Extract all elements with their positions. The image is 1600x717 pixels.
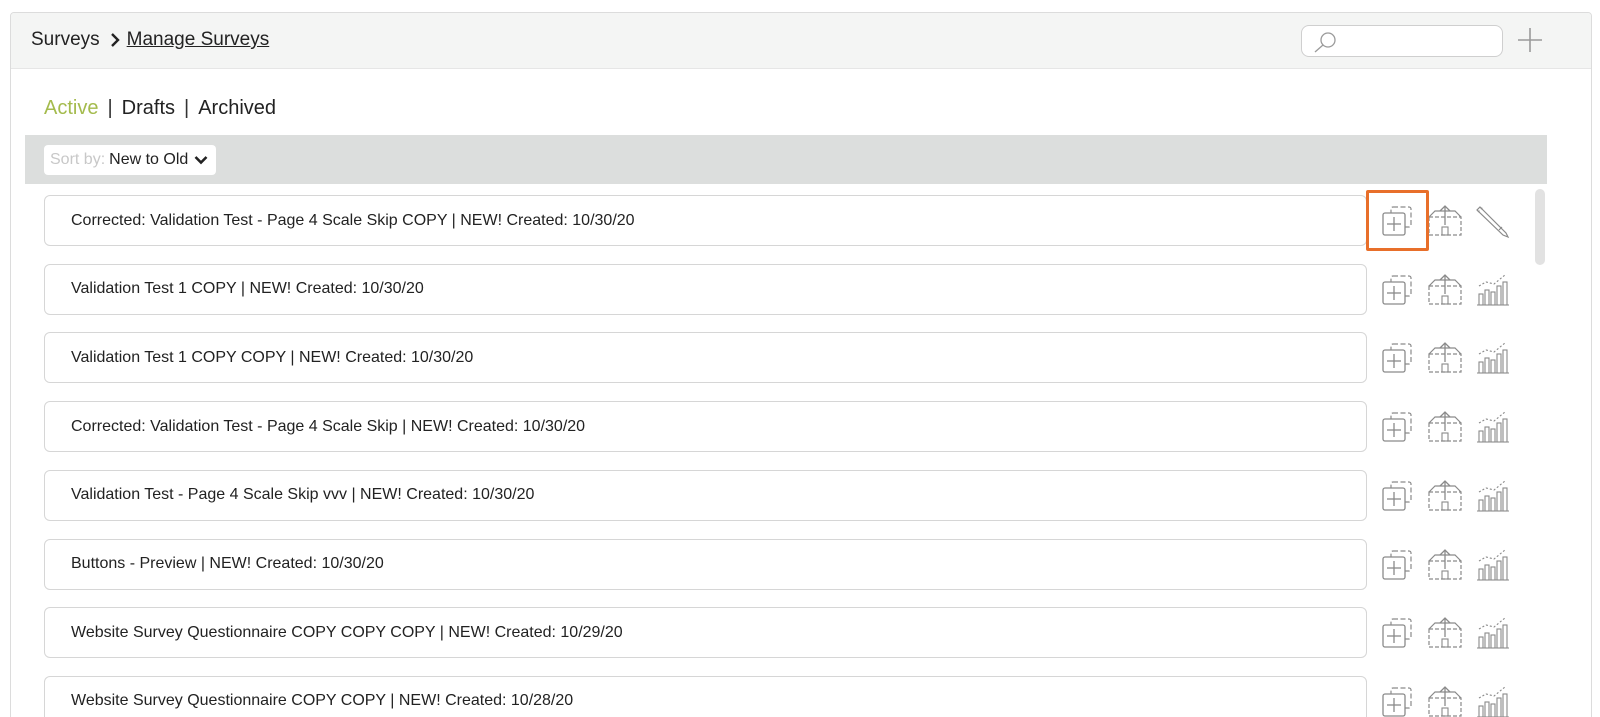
survey-title[interactable]: Validation Test - Page 4 Scale Skip vvv … [44, 469, 1367, 521]
survey-row: Validation Test 1 COPY COPY | NEW! Creat… [11, 332, 1591, 384]
copy-survey-button[interactable] [1377, 338, 1417, 378]
sort-bar: Sort by: New to Old [25, 135, 1547, 184]
scrollbar[interactable] [1535, 189, 1545, 265]
publish-icon [1425, 617, 1465, 657]
survey-row: Corrected: Validation Test - Page 4 Scal… [11, 401, 1591, 453]
search-box[interactable] [1301, 25, 1503, 57]
publish-survey-button[interactable] [1425, 201, 1465, 241]
breadcrumb: Surveys Manage Surveys [31, 29, 269, 51]
publish-survey-button[interactable] [1425, 270, 1465, 310]
publish-icon [1425, 273, 1465, 314]
publish-icon [1425, 548, 1465, 589]
breadcrumb-surveys[interactable]: Surveys [31, 29, 100, 51]
bar-chart-icon [1472, 274, 1512, 314]
survey-title[interactable]: Buttons - Preview | NEW! Created: 10/30/… [44, 538, 1367, 590]
survey-stats-button[interactable] [1472, 476, 1512, 516]
copy-survey-button[interactable] [1377, 682, 1417, 717]
publish-icon [1425, 342, 1465, 382]
breadcrumb-manage-surveys[interactable]: Manage Surveys [127, 29, 270, 51]
copy-icon [1377, 549, 1417, 589]
search-icon [1314, 32, 1336, 53]
survey-row: Corrected: Validation Test - Page 4 Scal… [11, 190, 1591, 251]
publish-icon [1425, 479, 1465, 520]
survey-title[interactable]: Website Survey Questionnaire COPY COPY C… [44, 607, 1367, 659]
survey-stats-button[interactable] [1472, 270, 1512, 310]
bar-chart-icon [1472, 549, 1512, 589]
manage-surveys-panel: Surveys Manage Surveys Active | Drafts | Arc… [10, 12, 1592, 717]
publish-survey-button[interactable] [1425, 476, 1465, 516]
survey-title[interactable]: Corrected: Validation Test - Page 4 Scal… [44, 401, 1367, 453]
plus-icon[interactable] [1515, 25, 1545, 55]
copy-survey-button[interactable] [1377, 201, 1417, 241]
survey-stats-button[interactable] [1472, 338, 1512, 378]
survey-stats-button[interactable] [1472, 682, 1512, 717]
copy-icon [1377, 481, 1417, 520]
publish-icon [1425, 205, 1465, 245]
survey-stats-button[interactable] [1472, 613, 1512, 653]
publish-survey-button[interactable] [1425, 613, 1465, 653]
chevron-down-icon [194, 156, 208, 165]
publish-survey-button[interactable] [1425, 682, 1465, 717]
sort-label: Sort by: [50, 151, 106, 168]
survey-title[interactable]: Website Survey Questionnaire COPY COPY |… [44, 675, 1367, 717]
copy-icon [1377, 412, 1417, 451]
sort-dropdown[interactable]: Sort by: New to Old [44, 145, 217, 175]
copy-survey-button[interactable] [1377, 613, 1417, 653]
survey-title[interactable]: Validation Test 1 COPY COPY | NEW! Creat… [44, 332, 1367, 384]
copy-icon [1377, 343, 1417, 382]
publish-survey-button[interactable] [1425, 338, 1465, 378]
publish-survey-button[interactable] [1425, 407, 1465, 447]
tab-separator: | [107, 97, 113, 120]
publish-icon [1425, 411, 1465, 451]
bar-chart-icon [1472, 480, 1512, 520]
edit-survey-button[interactable] [1472, 201, 1512, 241]
survey-row: Buttons - Preview | NEW! Created: 10/30/… [11, 538, 1591, 591]
search-input[interactable] [1342, 30, 1492, 52]
copy-icon [1377, 206, 1417, 245]
publish-survey-button[interactable] [1425, 545, 1465, 585]
survey-row: Validation Test 1 COPY | NEW! Created: 1… [11, 263, 1591, 316]
survey-row: Website Survey Questionnaire COPY COPY |… [11, 675, 1591, 717]
bar-chart-icon [1472, 342, 1512, 382]
status-tabs: Active | Drafts | Archived [44, 97, 276, 120]
survey-stats-button[interactable] [1472, 407, 1512, 447]
copy-icon [1377, 687, 1417, 717]
tab-archived[interactable]: Archived [198, 97, 276, 119]
bar-chart-icon [1472, 686, 1512, 717]
copy-icon [1377, 618, 1417, 657]
copy-icon [1377, 275, 1417, 314]
bar-chart-icon [1472, 411, 1512, 451]
tab-drafts[interactable]: Drafts [122, 97, 175, 119]
copy-survey-button[interactable] [1377, 270, 1417, 310]
copy-survey-button[interactable] [1377, 407, 1417, 447]
bar-chart-icon [1472, 617, 1512, 657]
survey-row: Website Survey Questionnaire COPY COPY C… [11, 607, 1591, 659]
copy-survey-button[interactable] [1377, 476, 1417, 516]
tab-active[interactable]: Active [44, 97, 98, 119]
copy-survey-button[interactable] [1377, 545, 1417, 585]
tab-separator: | [184, 97, 190, 120]
publish-icon [1425, 685, 1465, 717]
pencil-icon [1472, 206, 1512, 245]
survey-title[interactable]: Validation Test 1 COPY | NEW! Created: 1… [44, 263, 1367, 315]
survey-stats-button[interactable] [1472, 545, 1512, 585]
sort-value: New to Old [109, 151, 189, 168]
chevron-right-icon [110, 33, 120, 47]
survey-title[interactable]: Corrected: Validation Test - Page 4 Scal… [44, 195, 1367, 246]
survey-list: Corrected: Validation Test - Page 4 Scal… [11, 190, 1591, 717]
survey-row: Validation Test - Page 4 Scale Skip vvv … [11, 469, 1591, 522]
panel-header: Surveys Manage Surveys [11, 13, 1591, 69]
